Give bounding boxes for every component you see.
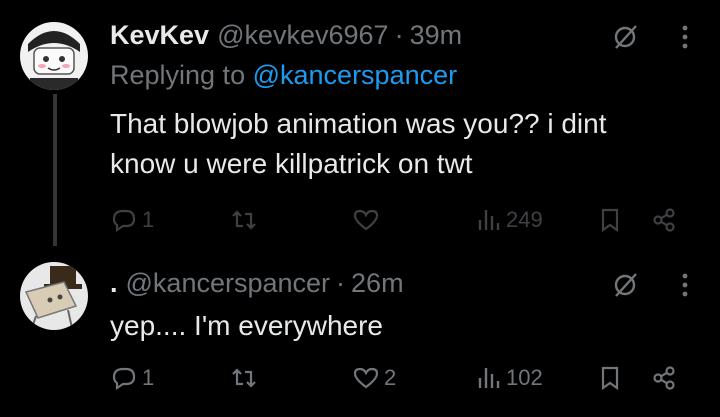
separator: ·: [394, 20, 404, 50]
grok-icon[interactable]: [608, 20, 642, 54]
repost-button[interactable]: [230, 358, 262, 398]
reply-button[interactable]: 1: [110, 200, 154, 240]
view-count: 249: [506, 207, 543, 232]
repost-icon: [232, 210, 256, 230]
tweet-text-line: yep.... I'm everywhere: [110, 310, 383, 341]
like-count: 2: [384, 365, 397, 390]
share-icon: [653, 208, 675, 232]
tweet-1-actions: 1 249: [0, 200, 720, 240]
share-button[interactable]: [650, 358, 678, 398]
reply-icon: [112, 367, 136, 391]
replying-prefix: Replying to: [110, 60, 246, 90]
tweet-text: yep.... I'm everywhere: [110, 306, 383, 346]
replying-to-line: Replying to @kancerspancer: [110, 60, 457, 91]
views-button[interactable]: 249: [474, 200, 543, 240]
views-button[interactable]: 102: [474, 358, 543, 398]
view-count: 102: [506, 365, 543, 390]
tweet-1-header: KevKev @kevkev6967 · 39m: [110, 20, 462, 51]
repost-button[interactable]: [230, 200, 262, 240]
tweet-text-line: That blowjob animation was you?? i dint: [110, 108, 607, 139]
handle[interactable]: @kevkev6967: [217, 20, 389, 51]
display-name[interactable]: KevKev: [110, 20, 209, 51]
grok-icon[interactable]: [608, 268, 642, 302]
share-button[interactable]: [650, 200, 678, 240]
tweet-2-actions: 1 2 102: [0, 358, 720, 398]
reply-icon: [112, 209, 136, 233]
tweet-text-line: know u were killpatrick on twt: [110, 148, 473, 179]
bookmark-icon: [601, 208, 619, 233]
avatar-kevkev[interactable]: [20, 22, 88, 90]
reply-count: 1: [142, 207, 155, 232]
views-icon: [478, 210, 500, 230]
mention-link[interactable]: @kancerspancer: [253, 60, 458, 90]
timestamp[interactable]: 26m: [351, 268, 404, 299]
like-button[interactable]: 2: [352, 358, 396, 398]
tweet-2-header: . @kancerspancer · 26m: [110, 268, 404, 299]
more-icon[interactable]: [668, 268, 702, 302]
bookmark-button[interactable]: [596, 200, 624, 240]
like-icon: [353, 209, 379, 231]
repost-icon: [232, 368, 256, 388]
like-button[interactable]: [352, 200, 384, 240]
timestamp[interactable]: 39m: [410, 20, 463, 51]
avatar-kancerspancer[interactable]: [20, 262, 88, 330]
share-icon: [653, 366, 675, 390]
views-icon: [478, 368, 500, 388]
bookmark-icon: [601, 366, 619, 391]
reply-count: 1: [142, 365, 155, 390]
display-name[interactable]: .: [110, 268, 118, 299]
tweet-text: That blowjob animation was you?? i dint …: [110, 104, 607, 184]
handle[interactable]: @kancerspancer: [126, 268, 331, 299]
bookmark-button[interactable]: [596, 358, 624, 398]
separator: ·: [336, 268, 346, 298]
reply-button[interactable]: 1: [110, 358, 154, 398]
like-icon: [353, 367, 379, 389]
more-icon[interactable]: [668, 20, 702, 54]
